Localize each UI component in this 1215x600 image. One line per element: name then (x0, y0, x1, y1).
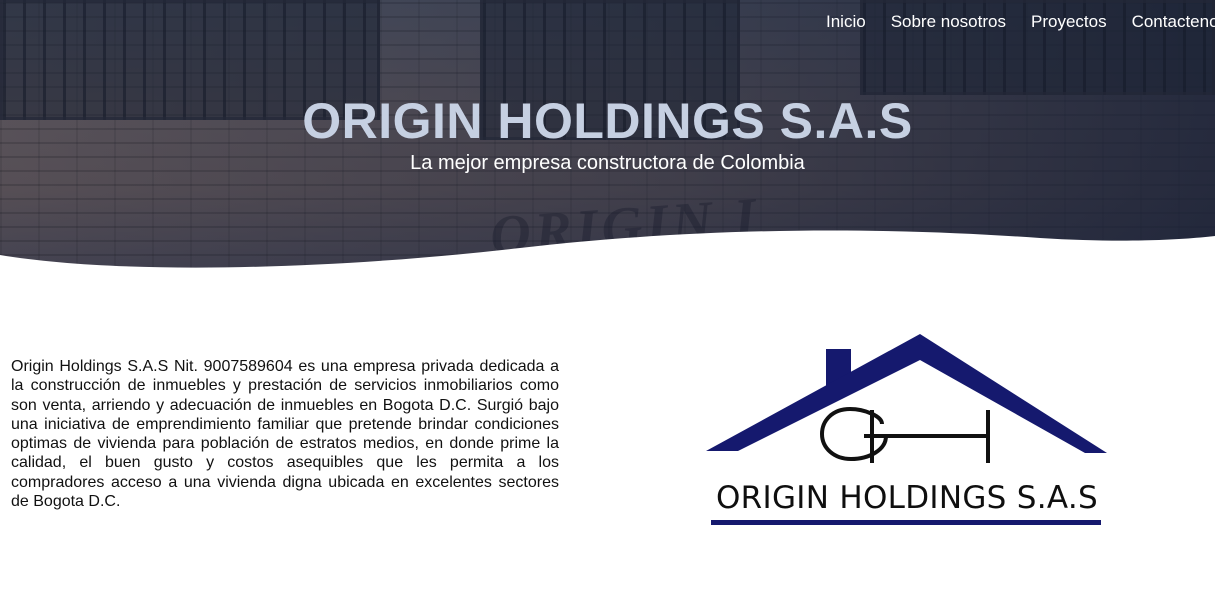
logo-wordmark: ORIGIN HOLDINGS S.A.S (715, 480, 1099, 516)
nav-item-inicio[interactable]: Inicio (826, 12, 866, 32)
nav-item-sobre-nosotros[interactable]: Sobre nosotros (891, 12, 1006, 32)
main-nav: Inicio Sobre nosotros Proyectos Contacte… (826, 12, 1215, 32)
company-logo: ORIGIN HOLDINGS S.A.S (704, 330, 1110, 530)
about-description: Origin Holdings S.A.S Nit. 9007589604 es… (11, 358, 559, 511)
nav-item-proyectos[interactable]: Proyectos (1031, 12, 1107, 32)
hero-banner: ORIGIN I ORIGIN HOLDINGS S.A.S La mejor … (0, 0, 1215, 270)
hero-wave-divider (0, 230, 1215, 270)
nav-item-contactenos[interactable]: Contactenos (1132, 12, 1215, 32)
